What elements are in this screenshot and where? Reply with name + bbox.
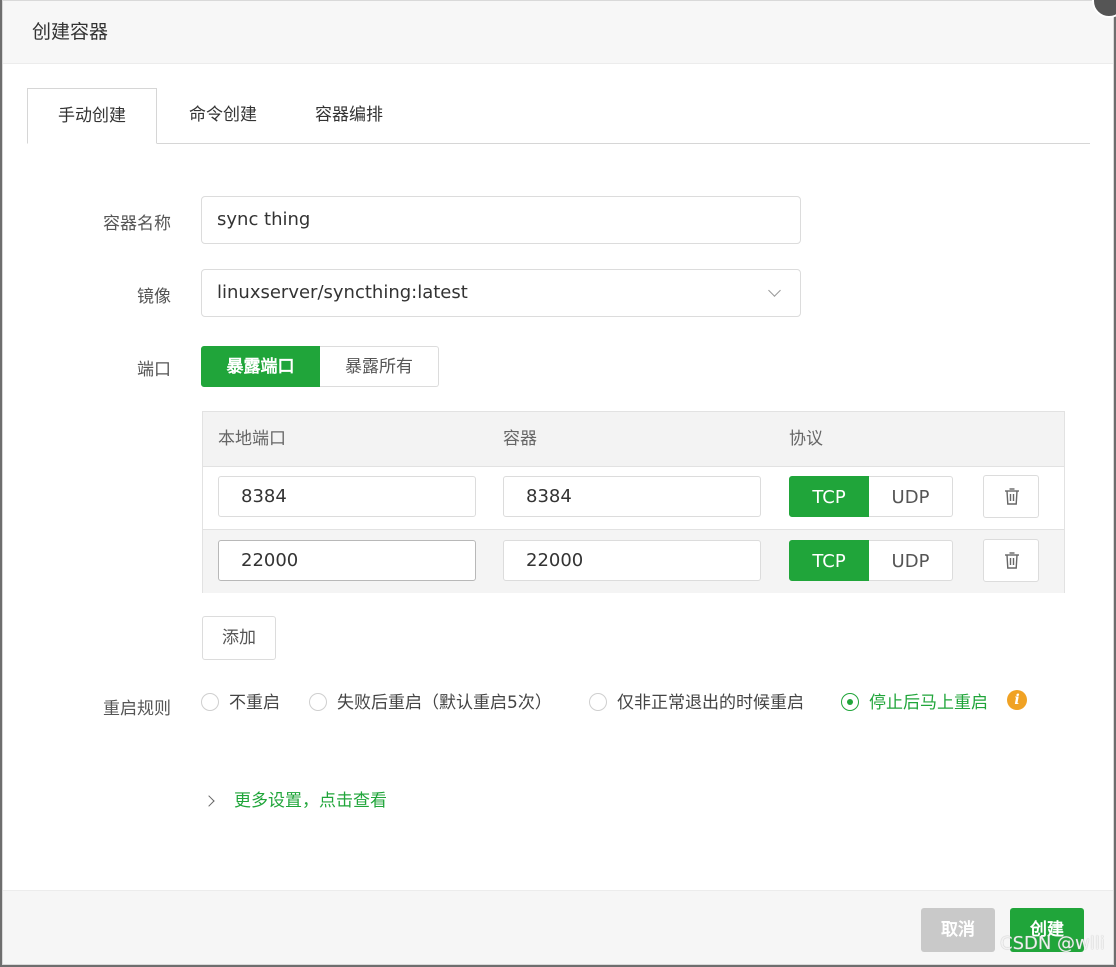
- delete-button[interactable]: [983, 539, 1039, 582]
- tab-manual-create[interactable]: 手动创建: [27, 88, 157, 144]
- radio-label: 停止后马上重启: [869, 693, 988, 713]
- image-select-value: linuxserver/syncthing:latest: [217, 282, 468, 303]
- tab-container-compose[interactable]: 容器编排: [303, 88, 395, 143]
- header-local-port: 本地端口: [218, 429, 286, 449]
- port-table-header: 本地端口 容器 协议: [203, 412, 1064, 467]
- info-icon[interactable]: i: [1007, 690, 1027, 710]
- radio-circle: [201, 693, 219, 711]
- chevron-down-icon: [768, 284, 781, 297]
- tcp-button[interactable]: TCP: [789, 476, 869, 517]
- table-row: 8384 8384 TCP UDP: [203, 466, 1064, 529]
- watermark: CSDN @wlli: [1000, 933, 1105, 954]
- table-row: 22000 22000 TCP UDP: [203, 529, 1064, 593]
- image-label: 镜像: [137, 287, 171, 307]
- more-settings-text: 更多设置，点击查看: [234, 791, 387, 811]
- radio-circle: [589, 693, 607, 711]
- radio-label: 失败后重启（默认重启5次）: [337, 693, 552, 713]
- delete-button[interactable]: [983, 475, 1039, 518]
- trash-icon: [1005, 552, 1019, 569]
- trash-icon: [1005, 488, 1019, 505]
- image-select[interactable]: linuxserver/syncthing:latest: [201, 269, 801, 317]
- port-label: 端口: [137, 360, 171, 380]
- more-settings-link[interactable]: 更多设置，点击查看: [203, 787, 387, 815]
- tab-bar: 手动创建 命令创建 容器编排: [27, 88, 1090, 144]
- dialog-footer: 取消 创建: [3, 890, 1113, 964]
- restart-option-unless-abnormal[interactable]: 仅非正常退出的时候重启: [589, 689, 804, 717]
- cancel-button[interactable]: 取消: [921, 908, 995, 952]
- restart-policy-label: 重启规则: [103, 699, 171, 719]
- restart-option-on-failure[interactable]: 失败后重启（默认重启5次）: [309, 689, 552, 717]
- local-port-input[interactable]: 8384: [218, 476, 476, 517]
- radio-circle: [841, 693, 859, 711]
- header-protocol: 协议: [789, 429, 823, 449]
- radio-label: 不重启: [229, 693, 280, 713]
- container-port-input[interactable]: 8384: [503, 476, 761, 517]
- container-name-input[interactable]: sync thing: [201, 196, 801, 244]
- port-table: 本地端口 容器 协议 8384 8384 TCP UDP 22000 22000…: [202, 411, 1065, 593]
- expose-all-button[interactable]: 暴露所有: [320, 346, 439, 387]
- tab-command-create[interactable]: 命令创建: [177, 88, 269, 143]
- header-container-port: 容器: [503, 429, 537, 449]
- add-port-button[interactable]: 添加: [202, 616, 276, 660]
- radio-label: 仅非正常退出的时候重启: [617, 693, 804, 713]
- restart-option-always[interactable]: 停止后马上重启: [841, 689, 988, 717]
- container-port-input[interactable]: 22000: [503, 540, 761, 581]
- radio-circle: [309, 693, 327, 711]
- restart-option-no[interactable]: 不重启: [201, 689, 280, 717]
- local-port-input[interactable]: 22000: [218, 540, 476, 581]
- expose-port-button[interactable]: 暴露端口: [201, 346, 320, 387]
- dialog-title: 创建容器: [3, 1, 1113, 64]
- udp-button[interactable]: UDP: [869, 540, 953, 581]
- container-name-label: 容器名称: [103, 214, 171, 234]
- restart-policy-group: 不重启 失败后重启（默认重启5次） 仅非正常退出的时候重启 停止后马上重启: [201, 689, 1101, 717]
- udp-button[interactable]: UDP: [869, 476, 953, 517]
- create-container-dialog: 创建容器 手动创建 命令创建 容器编排 容器名称 sync thing 镜像 l…: [2, 0, 1114, 965]
- tcp-button[interactable]: TCP: [789, 540, 869, 581]
